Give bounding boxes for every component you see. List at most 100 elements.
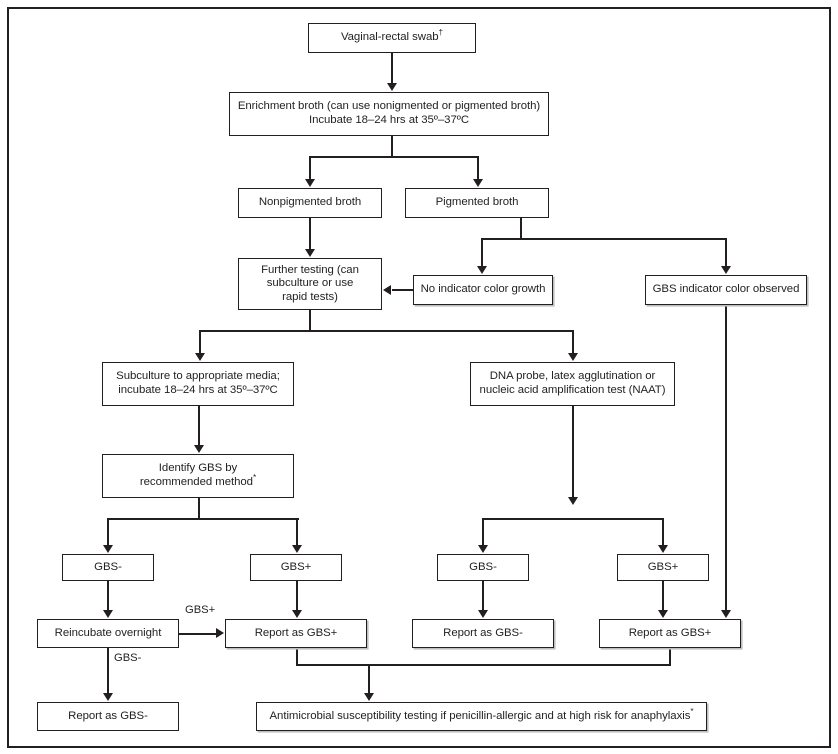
edge-reincubate-to-report-positive xyxy=(179,632,217,635)
asterisk-marker: * xyxy=(690,706,694,716)
edge-gbs-positive-naat-to-report xyxy=(662,581,665,610)
arrowhead-gbs-negative-naat xyxy=(477,545,488,553)
edge-to-no-indicator xyxy=(481,238,484,266)
edge-gbs-negative-to-reincubate xyxy=(107,581,110,610)
node-enrichment-broth: Enrichment broth (can use nonigmented or… xyxy=(229,92,549,136)
node-label: Report as GBS+ xyxy=(628,626,712,639)
node-label: Pigmented broth xyxy=(435,196,519,209)
node-label-line2: incubate 18–24 hrs at 35º–37ºC xyxy=(118,384,278,396)
node-gbs-positive-culture: GBS+ xyxy=(250,554,342,581)
node-label-line1: Subculture to appropriate media; xyxy=(116,370,280,383)
arrowhead-gbs-positive-naat xyxy=(657,545,668,553)
node-label-line2: Incubate 18–24 hrs at 35º–37ºC xyxy=(308,114,470,126)
edge-to-gbs-negative-culture xyxy=(107,518,110,545)
edge-dna-probe-split-bar xyxy=(482,518,664,521)
arrowhead-report-negative-naat xyxy=(477,610,488,618)
edge-gbs-indicator-to-report-positive xyxy=(725,305,728,610)
node-antimicrobial-susceptibility-testing: Antimicrobial susceptibility testing if … xyxy=(256,702,707,731)
node-nonpigmented-broth: Nonpigmented broth xyxy=(238,188,382,218)
edge-pigmented-stem xyxy=(520,218,523,240)
edge-broth-split-bar xyxy=(309,156,479,159)
edge-pigmented-split-bar xyxy=(481,238,727,241)
node-label: GBS- xyxy=(94,560,122,573)
node-no-indicator-color-growth: No indicator color growth xyxy=(413,275,553,305)
arrowhead-gbs-indicator xyxy=(720,266,731,274)
edge-to-subculture xyxy=(199,330,202,354)
node-label: Report as GBS- xyxy=(68,709,148,722)
edge-label-reincubate-gbs-negative: GBS- xyxy=(113,652,143,664)
arrowhead-report-positive-culture xyxy=(291,610,302,618)
edge-enrichment-stem xyxy=(391,136,394,158)
node-label: No indicator color growth xyxy=(420,283,546,296)
edge-subculture-to-identify xyxy=(198,406,201,446)
dagger-marker: † xyxy=(438,28,444,38)
edge-further-testing-stem xyxy=(309,310,312,332)
edge-to-pigmented xyxy=(477,156,480,180)
node-label-line1: Identify GBS by xyxy=(158,462,238,475)
arrowhead-enrichment xyxy=(386,83,397,91)
node-label: Report as GBS- xyxy=(443,626,523,639)
arrowhead-report-positive-naat xyxy=(657,610,668,618)
arrowhead-dna-probe xyxy=(567,353,578,361)
edge-no-indicator-to-further-testing xyxy=(392,289,415,292)
arrowhead-further-testing xyxy=(304,249,315,257)
node-report-as-gbs-positive-culture: Report as GBS+ xyxy=(225,619,367,648)
node-gbs-negative-naat: GBS- xyxy=(437,554,529,581)
node-label: Reincubate overnight xyxy=(54,626,162,639)
edge-to-gbs-negative-naat xyxy=(482,518,485,545)
arrowhead-further-testing-left xyxy=(383,284,391,295)
edge-to-gbs-positive-culture xyxy=(296,518,299,545)
asterisk-marker: * xyxy=(252,473,257,483)
edge-identify-split-bar xyxy=(107,518,299,521)
edge-gbs-positive-to-report xyxy=(296,581,299,610)
edge-further-testing-split-bar xyxy=(199,330,573,333)
edge-to-gbs-positive-naat xyxy=(662,518,665,545)
node-subculture-to-media: Subculture to appropriate media; incubat… xyxy=(102,362,294,406)
edge-label-reincubate-gbs-positive: GBS+ xyxy=(184,604,217,616)
node-label-line3: rapid tests) xyxy=(282,290,338,303)
arrowhead-report-positive-indicator xyxy=(720,610,731,618)
node-report-as-gbs-positive-naat: Report as GBS+ xyxy=(599,619,741,648)
arrowhead-reincubate xyxy=(102,610,113,618)
node-gbs-indicator-color-observed: GBS indicator color observed xyxy=(645,275,807,305)
arrowhead-nonpigmented xyxy=(304,179,315,187)
arrowhead-dna-probe-stem xyxy=(567,497,578,505)
node-label-line2: recommended method xyxy=(139,476,253,488)
node-report-as-gbs-negative-culture: Report as GBS- xyxy=(37,702,179,731)
node-gbs-negative-culture: GBS- xyxy=(62,554,154,581)
arrowhead-gbs-positive-culture xyxy=(291,545,302,553)
node-vaginal-rectal-swab: Vaginal-rectal swab† xyxy=(308,23,476,53)
node-report-as-gbs-negative-naat: Report as GBS- xyxy=(412,619,554,648)
node-label: GBS+ xyxy=(647,560,679,573)
edge-swab-to-enrichment xyxy=(391,53,394,84)
node-label: GBS+ xyxy=(280,560,312,573)
node-dna-probe-naat: DNA probe, latex agglutination or nuclei… xyxy=(470,362,675,406)
node-label-line1: Enrichment broth (can use nonigmented or… xyxy=(237,100,541,113)
edge-to-antimicrobial xyxy=(368,664,371,694)
arrowhead-report-positive-reincubate xyxy=(216,628,224,639)
arrowhead-subculture xyxy=(194,353,205,361)
node-label: Nonpigmented broth xyxy=(258,196,362,209)
node-label: Vaginal-rectal swab xyxy=(340,31,439,44)
arrowhead-report-negative-culture xyxy=(102,693,113,701)
node-label: GBS indicator color observed xyxy=(652,283,800,296)
node-gbs-positive-naat: GBS+ xyxy=(617,554,709,581)
node-label: GBS- xyxy=(469,560,497,573)
arrowhead-pigmented xyxy=(472,179,483,187)
edge-dna-probe-stem xyxy=(572,406,575,498)
node-reincubate-overnight: Reincubate overnight xyxy=(37,619,179,648)
node-identify-gbs: Identify GBS by recommended method* xyxy=(102,454,294,498)
node-label-line2: subculture or use xyxy=(266,277,354,290)
node-label-line1: Further testing (can xyxy=(261,263,359,276)
edge-to-gbs-indicator xyxy=(725,238,728,266)
arrowhead-no-indicator xyxy=(476,266,487,274)
node-label: Antimicrobial susceptibility testing if … xyxy=(269,709,691,722)
arrowhead-antimicrobial xyxy=(363,693,374,701)
node-further-testing: Further testing (can subculture or use r… xyxy=(238,258,382,310)
edge-nonpigmented-to-further-testing xyxy=(309,218,312,250)
node-label-line1: DNA probe, latex agglutination or xyxy=(489,370,656,383)
edge-antimicrobial-merge-bar xyxy=(296,664,671,667)
edge-reincubate-to-report-negative xyxy=(107,648,110,694)
figure-canvas: Vaginal-rectal swab† Enrichment broth (c… xyxy=(0,0,838,754)
arrowhead-gbs-negative-culture xyxy=(102,545,113,553)
